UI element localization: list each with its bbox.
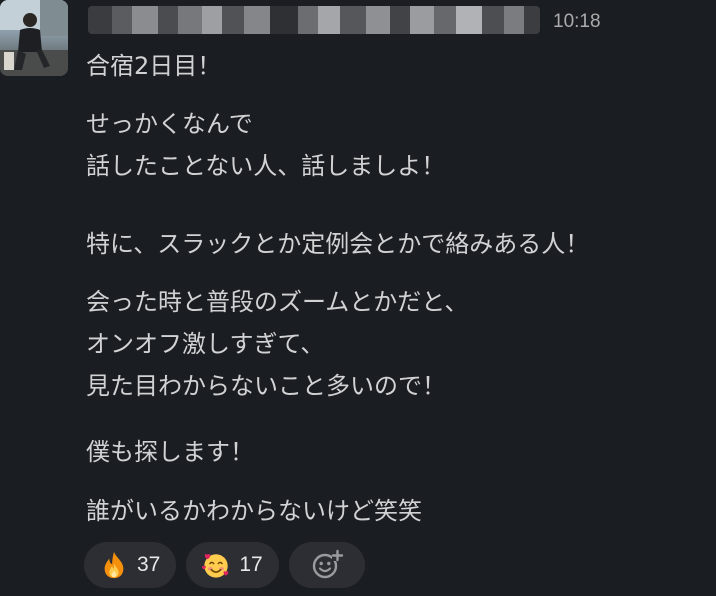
reaction-fire[interactable]: 37 [84, 542, 177, 588]
avatar[interactable] [0, 0, 68, 76]
add-reaction-icon [312, 549, 343, 579]
smiling-face-with-hearts-emoji-icon [202, 553, 229, 578]
message-line: 見た目わからないこと多いので！ [86, 372, 446, 400]
reaction-count: 37 [137, 553, 161, 576]
message-line: オンオフ激しすぎて、 [86, 330, 325, 358]
message-paragraph: 特に、スラックとか定例会とかで絡みある人！ [86, 226, 589, 262]
message-line: 特に、スラックとか定例会とかで絡みある人！ [86, 230, 590, 258]
message-timestamp[interactable]: 10:18 [553, 8, 601, 36]
message-paragraph: 僕も探します！ [86, 434, 254, 470]
message-paragraph: 合宿2日目！ [86, 48, 221, 84]
add-reaction-button[interactable] [288, 542, 365, 588]
reaction-smiling-face-with-hearts[interactable]: 17 [186, 542, 279, 588]
message-line: 話したことない人、話しましよ！ [86, 152, 446, 180]
message-paragraph: せっかくなんで 話したことない人、話しましよ！ [86, 106, 445, 184]
message-line: 合宿2日目！ [86, 52, 222, 80]
message-line: 会った時と普段のズームとかだと、 [86, 288, 469, 316]
sender-name-redacted[interactable] [88, 6, 540, 34]
fire-emoji-icon [104, 551, 124, 579]
message-line: 僕も探します！ [86, 438, 254, 466]
message-line: 誰がいるかわからないけど笑笑 [86, 497, 422, 525]
reactions-bar: 37 17 [84, 542, 365, 588]
message-paragraph: 誰がいるかわからないけど笑笑 [86, 493, 422, 529]
message-paragraph: 会った時と普段のズームとかだと、 オンオフ激しすぎて、 見た目わからないこと多い… [86, 284, 468, 404]
message-line: せっかくなんで [86, 110, 253, 138]
avatar-photo [0, 0, 68, 76]
reaction-count: 17 [239, 553, 263, 576]
